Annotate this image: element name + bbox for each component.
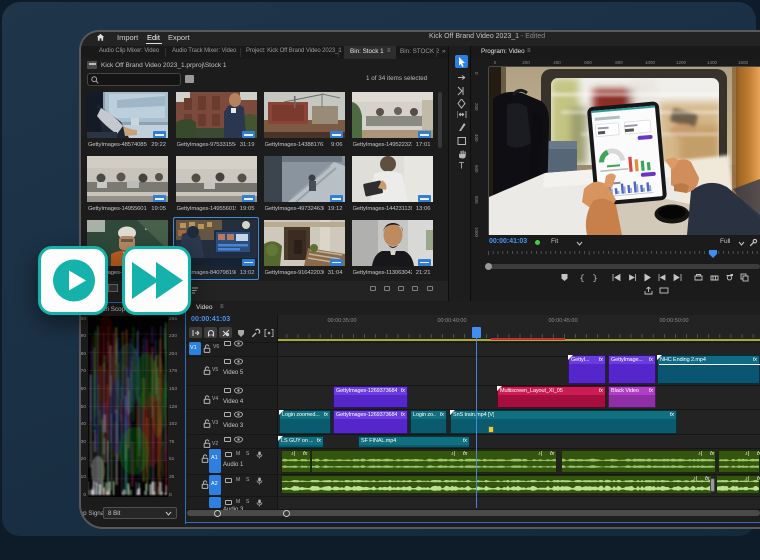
svg-text:T: T: [459, 161, 465, 171]
svg-text:{: {: [579, 274, 584, 283]
svg-text:}: }: [592, 274, 597, 283]
